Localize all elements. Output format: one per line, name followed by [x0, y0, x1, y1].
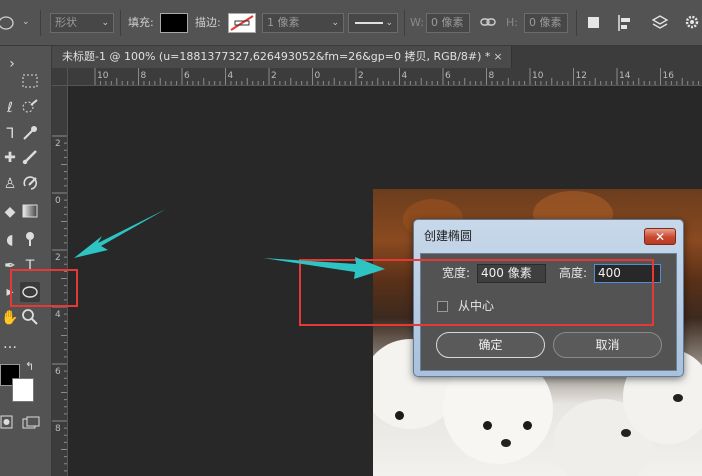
ruler-label: 10 [532, 71, 544, 81]
divider [404, 10, 405, 36]
path-alignment-icon[interactable] [616, 14, 634, 35]
ruler-label: 0 [55, 196, 61, 206]
dodge-icon[interactable] [20, 230, 40, 250]
width-field[interactable]: 0 像素 [426, 13, 470, 33]
dog-eye [523, 421, 532, 430]
crop-icon[interactable]: ᒣ [0, 124, 20, 144]
move-icon[interactable]: › [2, 54, 22, 74]
eyedropper-icon[interactable] [20, 124, 40, 144]
height-value: 0 像素 [529, 16, 562, 29]
divider [576, 10, 577, 36]
annotation-arrow-left [74, 209, 166, 258]
highlight-box-dialog-fields [299, 259, 654, 326]
ruler-label: 2 [358, 71, 364, 81]
ruler-label: 14 [619, 71, 631, 81]
stroke-label: 描边: [195, 16, 221, 29]
ruler-label: 4 [228, 71, 234, 81]
options-bar: ⌄ 形状 ⌄ 填充: 描边: 1 像素 ⌄ ⌄ W: 0 像素 H: 0 像素 [0, 0, 702, 46]
background-color-swatch[interactable] [12, 378, 34, 402]
hand-icon[interactable]: ✋ [0, 308, 20, 328]
ruler-label: 4 [55, 310, 61, 320]
chevron-down-icon: ⌄ [385, 18, 393, 28]
healing-icon[interactable]: ✚ [0, 148, 20, 168]
mode-select-value: 形状 [55, 16, 77, 29]
path-operations-icon[interactable] [586, 15, 602, 34]
ruler-label: 6 [445, 71, 451, 81]
swap-colors-icon[interactable]: ↰ [25, 360, 34, 373]
ruler-label: 8 [141, 71, 147, 81]
document-tab[interactable]: 未标题-1 @ 100% (u=1881377327,626493052&fm=… [52, 46, 512, 68]
chevron-down-icon[interactable]: ⌄ [22, 17, 30, 27]
dog-eye [395, 411, 404, 420]
dog-nose [501, 439, 511, 447]
dog-nose [673, 394, 683, 402]
ruler-label: 4 [402, 71, 408, 81]
stroke-type-select[interactable]: ⌄ [348, 13, 398, 33]
gear-icon[interactable] [684, 14, 700, 33]
document-tab-title: 未标题-1 @ 100% (u=1881377327,626493052&fm=… [62, 50, 491, 63]
horizontal-ruler[interactable]: 108642024681012141618 [68, 68, 702, 86]
ok-button[interactable]: 确定 [436, 332, 545, 358]
quick-select-icon[interactable] [20, 98, 40, 118]
divider [40, 10, 41, 36]
highlight-box-ellipse-tool [10, 269, 78, 307]
stroke-width-field[interactable]: 1 像素 ⌄ [262, 13, 344, 33]
ruler-label: 6 [55, 367, 61, 377]
dog-eye [483, 421, 492, 430]
brush-icon[interactable] [20, 148, 40, 168]
ruler-label: 8 [55, 424, 61, 434]
ruler-label: 2 [271, 71, 277, 81]
ruler-label: 0 [315, 71, 321, 81]
ruler-label: 16 [663, 71, 675, 81]
divider [120, 10, 121, 36]
toolbox: › ℓ ᒣ ✚ ♙ ◆ ◖ ✒ T ▸ ✋ … ↰ [0, 46, 52, 476]
screen-mode-icon[interactable] [22, 416, 40, 433]
ruler-label: 2 [55, 253, 61, 263]
ruler-label: 8 [489, 71, 495, 81]
dialog-title: 创建椭圆 [424, 229, 473, 243]
history-brush-icon[interactable] [20, 174, 40, 194]
blur-icon[interactable]: ◖ [0, 230, 20, 250]
stroke-width-value: 1 像素 [267, 16, 300, 29]
ruler-label: 2 [55, 139, 61, 149]
tool-preset-icon[interactable] [0, 12, 22, 34]
mode-select[interactable]: 形状 ⌄ [50, 13, 114, 33]
ruler-label: 6 [184, 71, 190, 81]
marquee-icon[interactable] [20, 72, 40, 92]
width-label: W: [410, 16, 424, 29]
ruler-label: 10 [97, 71, 109, 81]
eraser-icon[interactable]: ◆ [0, 202, 20, 222]
close-icon[interactable]: × [491, 46, 505, 68]
dog-nose [621, 429, 631, 437]
zoom-icon[interactable] [20, 308, 40, 328]
close-icon[interactable]: ✕ [644, 228, 676, 245]
chevron-down-icon: ⌄ [331, 18, 339, 28]
height-label: H: [506, 16, 518, 29]
link-icon[interactable] [480, 15, 496, 32]
path-arrangement-icon[interactable] [650, 14, 670, 35]
stroke-color-swatch[interactable] [228, 13, 256, 33]
fill-color-swatch[interactable] [160, 13, 188, 33]
stamp-icon[interactable]: ♙ [0, 174, 20, 194]
cancel-button[interactable]: 取消 [553, 332, 662, 358]
fill-label: 填充: [128, 16, 154, 29]
lasso-icon[interactable]: ℓ [0, 98, 20, 118]
height-field[interactable]: 0 像素 [524, 13, 568, 33]
quick-mask-icon[interactable] [0, 414, 14, 433]
ruler-origin[interactable] [52, 68, 68, 86]
gradient-icon[interactable] [20, 202, 40, 222]
chevron-down-icon: ⌄ [101, 18, 109, 28]
ruler-label: 12 [576, 71, 587, 81]
more-tools-icon[interactable]: … [0, 334, 20, 354]
width-value: 0 像素 [431, 16, 464, 29]
